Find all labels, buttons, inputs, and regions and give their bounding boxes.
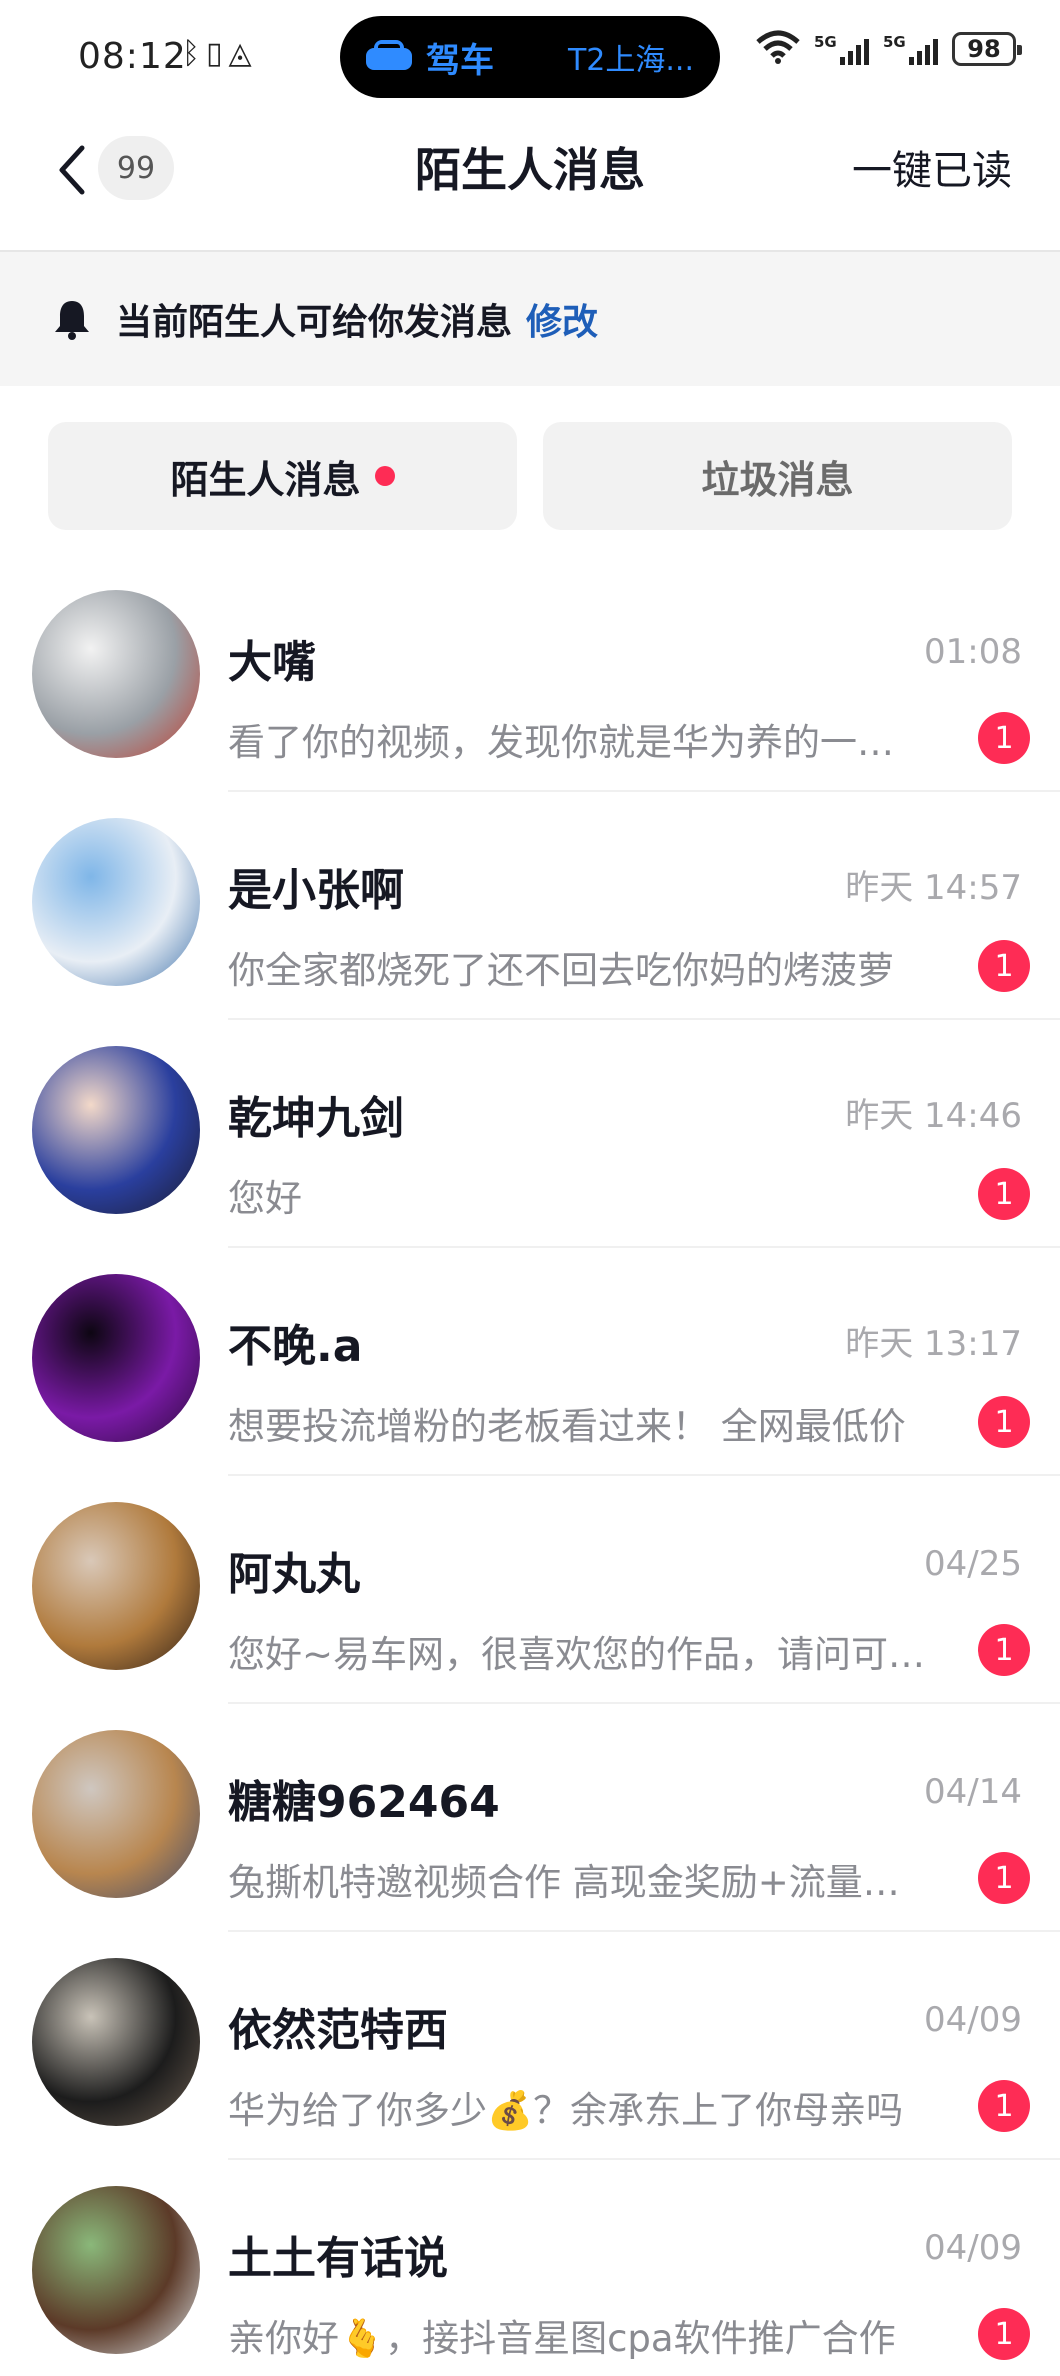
message-time: 昨天 14:57: [845, 868, 1022, 908]
avatar[interactable]: [32, 1730, 200, 1898]
message-time: 昨天 14:46: [845, 1096, 1022, 1136]
tab-stranger-messages[interactable]: 陌生人消息: [48, 422, 517, 530]
location-icon: ◬: [228, 36, 252, 71]
message-preview: 看了你的视频，发现你就是华为养的一只狗: [228, 721, 928, 764]
tab-spam-messages[interactable]: 垃圾消息: [543, 422, 1012, 530]
sender-name: 土土有话说: [228, 2233, 448, 2284]
bell-icon: [52, 297, 92, 341]
status-bar: 08:12 ᛒ ▯ ◬ 驾车 T2上海... 5G 5G 98: [0, 0, 1060, 110]
message-time: 04/09: [924, 2228, 1022, 2268]
sender-name: 是小张啊: [228, 865, 404, 916]
nav-header: 99 陌生人消息 一键已读: [0, 110, 1060, 252]
sender-name: 糖糖962464: [228, 1777, 500, 1828]
message-preview: 你全家都烧死了还不回去吃你妈的烤菠萝: [228, 949, 894, 992]
list-item[interactable]: 土土有话说 04/09 亲你好🫰，接抖音星图cpa软件推广合作 1: [0, 2160, 1060, 2376]
unread-badge: 1: [978, 1168, 1030, 1220]
status-time: 08:12: [78, 36, 187, 77]
message-time: 01:08: [924, 632, 1022, 672]
avatar[interactable]: [32, 818, 200, 986]
message-time: 04/25: [924, 1544, 1022, 1584]
island-mode-label: 驾车: [426, 40, 494, 81]
unread-badge: 1: [978, 712, 1030, 764]
notice-text: 当前陌生人可给你发消息: [116, 302, 513, 343]
signal-icon-2: 5G: [883, 33, 938, 65]
list-item[interactable]: 是小张啊 昨天 14:57 你全家都烧死了还不回去吃你妈的烤菠萝 1: [0, 792, 1060, 1020]
sender-name: 依然范特西: [228, 2005, 448, 2056]
unread-badge: 1: [978, 2080, 1030, 2132]
list-item[interactable]: 阿丸丸 04/25 您好~易车网，很喜欢您的作品，请问可以合作吗 1: [0, 1476, 1060, 1704]
message-time: 昨天 13:17: [845, 1324, 1022, 1364]
status-left-icons: ᛒ ▯ ◬: [182, 36, 252, 71]
message-preview: 您好: [228, 1177, 302, 1220]
permission-notice: 当前陌生人可给你发消息 修改: [0, 252, 1060, 386]
vibrate-icon: ▯: [206, 36, 223, 71]
unread-badge: 1: [978, 940, 1030, 992]
list-item[interactable]: 不晚.a 昨天 13:17 想要投流增粉的老板看过来！ 全网最低价 1: [0, 1248, 1060, 1476]
notice-modify-link[interactable]: 修改: [526, 293, 598, 345]
sender-name: 不晚.a: [228, 1321, 363, 1372]
message-preview: 华为给了你多少💰？余承东上了你母亲吗: [228, 2089, 904, 2132]
list-item[interactable]: 糖糖962464 04/14 兔撕机特邀视频合作 高现金奖励+流量扶持 1: [0, 1704, 1060, 1932]
message-preview: 想要投流增粉的老板看过来！ 全网最低价: [228, 1405, 906, 1448]
message-list: 大嘴 01:08 看了你的视频，发现你就是华为养的一只狗 1 是小张啊 昨天 1…: [0, 564, 1060, 2376]
unread-badge: 1: [978, 1396, 1030, 1448]
message-time: 04/09: [924, 2000, 1022, 2040]
list-item[interactable]: 乾坤九剑 昨天 14:46 您好 1: [0, 1020, 1060, 1248]
avatar[interactable]: [32, 1274, 200, 1442]
status-right-icons: 5G 5G 98: [756, 30, 1022, 68]
message-tabs: 陌生人消息 垃圾消息: [48, 422, 1012, 530]
avatar[interactable]: [32, 1502, 200, 1670]
battery-icon: 98: [952, 32, 1022, 66]
island-destination: T2上海...: [567, 43, 694, 78]
sender-name: 乾坤九剑: [228, 1093, 404, 1144]
car-icon: [366, 40, 412, 74]
sender-name: 阿丸丸: [228, 1549, 360, 1600]
message-time: 04/14: [924, 1772, 1022, 1812]
list-item[interactable]: 依然范特西 04/09 华为给了你多少💰？余承东上了你母亲吗 1: [0, 1932, 1060, 2160]
dynamic-island-navigation[interactable]: 驾车 T2上海...: [340, 16, 720, 98]
message-preview: 您好~易车网，很喜欢您的作品，请问可以合作吗: [228, 1633, 928, 1676]
sender-name: 大嘴: [228, 637, 316, 688]
avatar[interactable]: [32, 590, 200, 758]
avatar[interactable]: [32, 1046, 200, 1214]
avatar[interactable]: [32, 1958, 200, 2126]
avatar[interactable]: [32, 2186, 200, 2354]
unread-badge: 1: [978, 1852, 1030, 1904]
read-all-button[interactable]: 一键已读: [852, 138, 1012, 196]
unread-badge: 1: [978, 2308, 1030, 2360]
message-preview: 亲你好🫰，接抖音星图cpa软件推广合作: [228, 2317, 896, 2360]
wifi-icon: [756, 30, 800, 68]
tab-label: 垃圾消息: [701, 457, 854, 502]
list-item[interactable]: 大嘴 01:08 看了你的视频，发现你就是华为养的一只狗 1: [0, 564, 1060, 792]
signal-icon: 5G: [814, 33, 869, 65]
unread-dot: [374, 466, 395, 486]
bluetooth-icon: ᛒ: [182, 36, 200, 71]
tab-label: 陌生人消息: [170, 457, 361, 502]
unread-badge: 1: [978, 1624, 1030, 1676]
message-preview: 兔撕机特邀视频合作 高现金奖励+流量扶持: [228, 1861, 928, 1904]
